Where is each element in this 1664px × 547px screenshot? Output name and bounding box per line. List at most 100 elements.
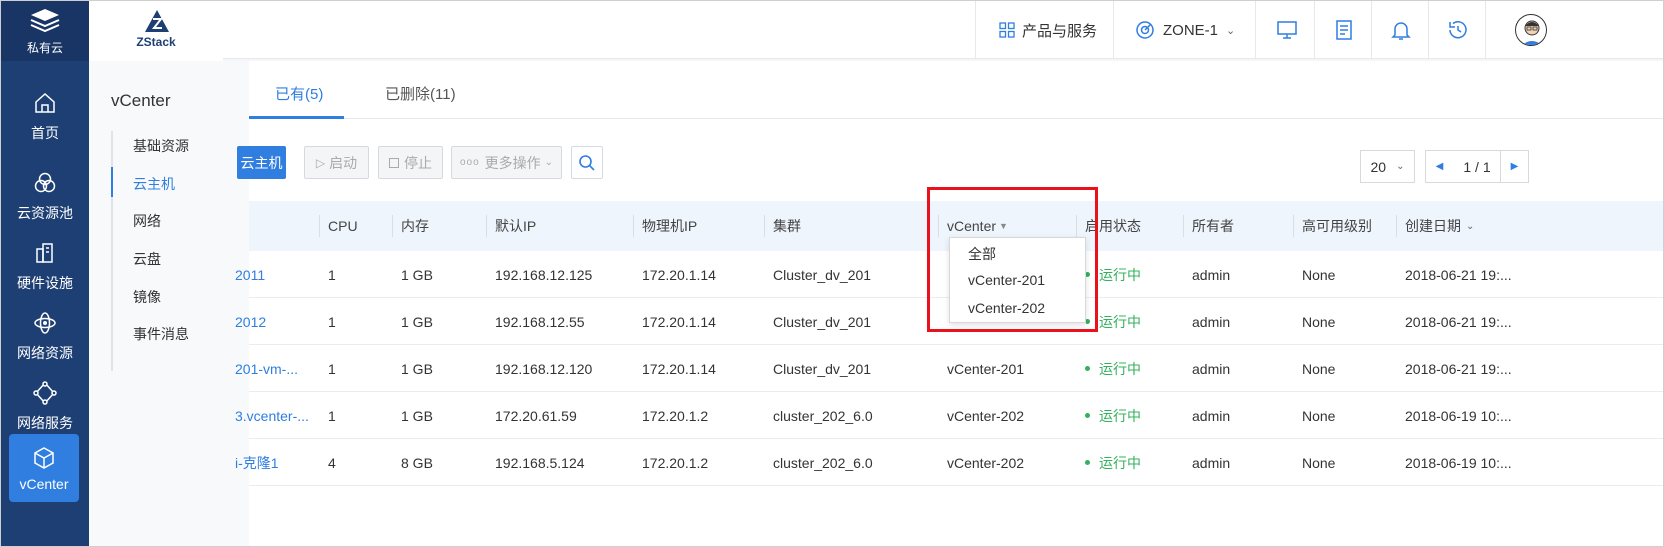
tab-deleted[interactable]: 已删除(11) [385,83,456,104]
zone-selector[interactable]: ZONE-1 ⌄ [1135,1,1235,59]
cpu-cell: 4 [328,454,336,471]
owner-cell: admin [1192,313,1231,330]
start-button[interactable]: ▷ 启动 [304,146,369,179]
sidebar-item-network-resource[interactable]: 网络资源 [1,297,89,371]
default-ip-cell: 172.20.61.59 [495,407,577,424]
filter-option-vcenter-202[interactable]: vCenter-202 [968,300,1045,316]
column-header-owner[interactable]: 所有者 [1192,201,1234,251]
sidebar-item-vcenter[interactable]: vCenter [9,434,79,502]
page-size-select[interactable]: 20 ⌄ [1360,150,1415,183]
chevron-right-icon: ▶ [1510,161,1519,172]
column-header-cpu[interactable]: CPU [328,201,358,251]
header-divider [1113,1,1114,59]
column-divider [764,215,765,237]
sidebar-item-label: vCenter [19,476,69,492]
table-row[interactable]: 201-vm-... 1 1 GB 192.168.12.120 172.20.… [235,345,1663,392]
bell-icon[interactable] [1389,18,1413,42]
sidebar-item-hardware[interactable]: 硬件设施 [1,227,89,301]
sidebar-item-label: 云资源池 [17,205,73,221]
cpu-cell: 1 [328,313,336,330]
column-divider [486,215,487,237]
filter-option-vcenter-201[interactable]: vCenter-201 [968,272,1045,288]
column-header-default-ip[interactable]: 默认IP [495,201,536,251]
document-icon[interactable] [1332,18,1356,42]
header-divider [1314,1,1315,59]
vcenter-cell: vCenter-202 [947,407,1025,424]
brand-area[interactable]: 私有云 [1,1,89,61]
vcenter-cell: vCenter-202 [947,454,1025,471]
column-header-state[interactable]: 启用状态 [1085,201,1141,251]
vm-name-link[interactable]: 3.vcenter-... [235,392,309,439]
default-ip-cell: 192.168.12.55 [495,313,585,330]
more-actions-button[interactable]: ooo 更多操作 ⌄ [451,146,562,179]
vm-name-link[interactable]: 2012 [235,298,266,345]
subnav-item-image[interactable]: 镜像 [133,287,161,307]
hardware-icon [36,243,53,263]
create-date-label: 创建日期 [1405,218,1461,234]
history-icon[interactable] [1446,18,1470,42]
sidebar-item-resource-pool[interactable]: 云资源池 [1,157,89,231]
monitor-icon[interactable] [1275,18,1299,42]
play-icon: ▷ [315,155,326,170]
ha-cell: None [1302,266,1336,283]
stop-button[interactable]: 停止 [378,146,443,179]
products-services-label: 产品与服务 [1022,22,1098,40]
subnav-title: vCenter [111,91,171,110]
status-dot [1085,366,1090,371]
column-divider [633,215,634,237]
logo-text: ZStack [136,35,176,49]
cluster-cell: Cluster_dv_201 [773,266,872,283]
subnav-active-indicator [111,167,113,197]
status-dot [1085,460,1090,465]
filter-option-all[interactable]: 全部 [968,244,996,264]
header-divider [1428,1,1429,59]
table-row[interactable]: 3.vcenter-... 1 1 GB 172.20.61.59 172.20… [235,392,1663,439]
status-label: 运行中 [1099,266,1141,283]
owner-cell: admin [1192,360,1231,377]
cluster-cell: Cluster_dv_201 [773,360,872,377]
column-header-ha-level[interactable]: 高可用级别 [1302,201,1372,251]
cpu-cell: 1 [328,360,336,377]
sidebar-item-network-service[interactable]: 网络服务 [1,367,89,441]
memory-cell: 1 GB [401,313,433,330]
tab-existing[interactable]: 已有(5) [275,83,323,104]
vm-name-link[interactable]: 2011 [235,251,265,298]
more-dots-icon: ooo [459,157,480,168]
prev-page-button[interactable]: ◀ [1425,150,1454,183]
cube-icon [34,447,54,469]
search-button[interactable] [571,146,603,179]
subnav-item-events[interactable]: 事件消息 [133,324,189,344]
subnav-item-vm[interactable]: 云主机 [133,174,175,194]
subnav-item-volume[interactable]: 云盘 [133,249,161,269]
create-vm-button[interactable]: 云主机 [237,146,286,179]
brand-label: 私有云 [26,41,63,55]
default-ip-cell: 192.168.5.124 [495,454,585,471]
user-avatar[interactable] [1515,14,1547,46]
create-date-cell: 2018-06-21 19:... [1405,266,1512,283]
top-header: 产品与服务 ZONE-1 ⌄ [223,1,1663,59]
next-page-button[interactable]: ▶ [1500,150,1529,183]
tab-bar: 已有(5) 已删除(11) [249,61,1663,119]
create-date-cell: 2018-06-21 19:... [1405,360,1512,377]
sidebar-item-home[interactable]: 首页 [1,77,89,151]
column-header-create-date[interactable]: 创建日期 ⌄ [1405,201,1474,251]
network-resource-icon [34,312,56,334]
products-services-menu[interactable]: 产品与服务 [999,1,1097,59]
zone-label: ZONE-1 [1163,21,1219,39]
ha-cell: None [1302,407,1336,424]
owner-cell: admin [1192,454,1231,471]
table-row[interactable]: i-克隆1 4 8 GB 192.168.5.124 172.20.1.2 cl… [235,439,1663,486]
column-header-memory[interactable]: 内存 [401,201,429,251]
sidebar-item-label: 网络资源 [17,345,73,361]
zstack-logo[interactable]: ZStack [89,1,223,61]
subnav-item-basic-resources[interactable]: 基础资源 [133,136,189,156]
page-size-value: 20 [1370,158,1387,175]
column-header-cluster[interactable]: 集群 [773,201,801,251]
column-header-host-ip[interactable]: 物理机IP [642,201,697,251]
vm-name-link[interactable]: i-克隆1 [235,439,279,486]
subnav-item-network[interactable]: 网络 [133,211,161,231]
vm-name-link[interactable]: 201-vm-... [235,345,298,392]
column-divider [1183,215,1184,237]
memory-cell: 1 GB [401,407,433,424]
ha-cell: None [1302,313,1336,330]
